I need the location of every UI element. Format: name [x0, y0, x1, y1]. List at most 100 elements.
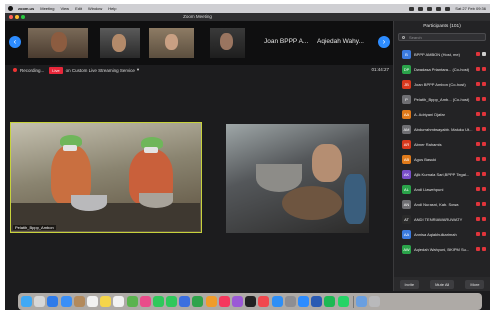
gallery-tile-name[interactable]: Aqiedah Wahy... [317, 38, 364, 45]
calendar-icon[interactable] [86, 296, 98, 307]
menu-app[interactable]: zoom.us [18, 6, 34, 11]
maps-icon[interactable] [126, 296, 138, 307]
participant-row[interactable]: AA Annisa Aqiakhulkarimah [394, 227, 490, 242]
mic-muted-icon[interactable] [476, 67, 480, 71]
mic-muted-icon[interactable] [476, 52, 480, 56]
more-button[interactable]: More [465, 279, 485, 289]
mic-muted-icon[interactable] [476, 232, 480, 236]
spotify-icon[interactable] [324, 296, 336, 307]
participant-row[interactable]: AN Andi Nurasni, Kab. Sowa [394, 197, 490, 212]
video-off-icon[interactable] [482, 157, 486, 161]
downloads-icon[interactable] [356, 296, 368, 307]
word-icon[interactable] [311, 296, 323, 307]
menu-help[interactable]: Help [108, 6, 116, 11]
pages-icon[interactable] [205, 296, 217, 307]
finder-icon[interactable] [21, 296, 32, 307]
battery-icon[interactable] [418, 6, 424, 11]
gallery-prev-button[interactable]: ‹ [9, 36, 21, 48]
notes-icon[interactable] [100, 296, 112, 307]
launchpad-icon[interactable] [34, 296, 46, 307]
mic-muted-icon[interactable] [476, 127, 480, 131]
menubar-clock[interactable]: Sat 27 Feb 09:36 [455, 6, 486, 11]
control-center-icon[interactable] [445, 6, 451, 11]
participant-row[interactable]: AK Ajik Kurnala Sari,BPPP Tegal... [394, 167, 490, 182]
video-off-icon[interactable] [482, 67, 486, 71]
apple-icon[interactable] [8, 6, 13, 11]
video-off-icon[interactable] [482, 217, 486, 221]
appstore-icon[interactable] [271, 296, 283, 307]
participants-search-input[interactable]: Search [398, 33, 486, 41]
search-icon[interactable] [436, 6, 442, 11]
mic-muted-icon[interactable] [476, 187, 480, 191]
gallery-tile-name[interactable]: Joan BPPP A... [264, 38, 308, 45]
mic-muted-icon[interactable] [476, 112, 480, 116]
participant-row[interactable]: AB Agus Basuki [394, 152, 490, 167]
wifi-icon[interactable] [427, 6, 433, 11]
participant-row[interactable]: AM Abdurrahmbsayabb. Maluku Ut... [394, 122, 490, 137]
video-off-icon[interactable] [482, 247, 486, 251]
live-stream-label[interactable]: on Custom Live Streaming Service [66, 68, 135, 73]
mic-muted-icon[interactable] [476, 142, 480, 146]
mic-muted-icon[interactable] [476, 97, 480, 101]
video-off-icon[interactable] [482, 112, 486, 116]
mic-muted-icon[interactable] [476, 217, 480, 221]
participant-row[interactable]: B BPPP AMBON (Host, me) [394, 47, 490, 62]
main-video-right[interactable] [226, 124, 369, 233]
participant-row[interactable]: AT ANDI TENRIAWARUWATY [394, 212, 490, 227]
podcasts-icon[interactable] [232, 296, 243, 307]
video-thumbnail[interactable] [149, 28, 194, 58]
video-off-icon[interactable] [482, 232, 486, 236]
video-on-icon[interactable] [482, 52, 486, 56]
participant-row[interactable]: JB Joan BPPP Ambon (Co-host) [394, 77, 490, 92]
chevron-down-icon[interactable]: ▾ [137, 67, 139, 73]
menu-view[interactable]: View [60, 6, 69, 11]
reminders-icon[interactable] [113, 296, 125, 307]
invite-button[interactable]: Invite [399, 279, 420, 289]
video-off-icon[interactable] [482, 82, 486, 86]
news-icon[interactable] [258, 296, 270, 307]
keynote-icon[interactable] [179, 296, 191, 307]
video-thumbnail[interactable] [210, 28, 245, 58]
contacts-icon[interactable] [73, 296, 85, 307]
menu-edit[interactable]: Edit [75, 6, 82, 11]
recording-status[interactable]: Recording... [20, 68, 44, 73]
mail-icon[interactable] [60, 296, 72, 307]
participant-row[interactable]: AR Abner Rahamis [394, 137, 490, 152]
participant-row[interactable]: AA A. Adriyani Djafar [394, 107, 490, 122]
participant-row[interactable]: AL Andi Llawehpuni [394, 182, 490, 197]
video-thumbnail[interactable] [28, 28, 88, 58]
video-off-icon[interactable] [482, 172, 486, 176]
main-video-left[interactable]: Pelatih_Bppp_Ambon [10, 122, 202, 233]
mute-all-button[interactable]: Mute All [430, 279, 455, 289]
mic-muted-icon[interactable] [476, 172, 480, 176]
mic-muted-icon[interactable] [476, 247, 480, 251]
video-off-icon[interactable] [482, 202, 486, 206]
live-badge[interactable]: Live [49, 66, 63, 74]
gallery-next-button[interactable]: › [378, 36, 390, 48]
participant-row[interactable]: P Pelatih_Bppp_Amb... (Co-host) [394, 92, 490, 107]
video-off-icon[interactable] [482, 127, 486, 131]
video-off-icon[interactable] [482, 97, 486, 101]
video-off-icon[interactable] [482, 142, 486, 146]
participant-row[interactable]: AW Aqiedah Wahyuni, BKIPM Su... [394, 242, 490, 257]
facetime-icon[interactable] [152, 296, 164, 307]
mic-muted-icon[interactable] [476, 157, 480, 161]
numbers-icon[interactable] [192, 296, 204, 307]
mic-muted-icon[interactable] [476, 202, 480, 206]
music-icon[interactable] [218, 296, 230, 307]
menu-meeting[interactable]: Meeting [40, 6, 54, 11]
trash-icon[interactable] [369, 296, 381, 307]
photos-icon[interactable] [139, 296, 151, 307]
safari-icon[interactable] [47, 296, 59, 307]
menu-window[interactable]: Window [88, 6, 102, 11]
whatsapp-icon[interactable] [337, 296, 349, 307]
messages-icon[interactable] [166, 296, 178, 307]
video-thumbnail[interactable] [100, 28, 140, 58]
participant-row[interactable]: DP Dwadasa Priantara... (Co-host) [394, 62, 490, 77]
settings-icon[interactable] [284, 296, 296, 307]
zoom-status-icon[interactable] [409, 6, 415, 11]
video-off-icon[interactable] [482, 187, 486, 191]
tv-icon[interactable] [245, 296, 257, 307]
mic-muted-icon[interactable] [476, 82, 480, 86]
zoom-icon[interactable] [297, 296, 309, 307]
